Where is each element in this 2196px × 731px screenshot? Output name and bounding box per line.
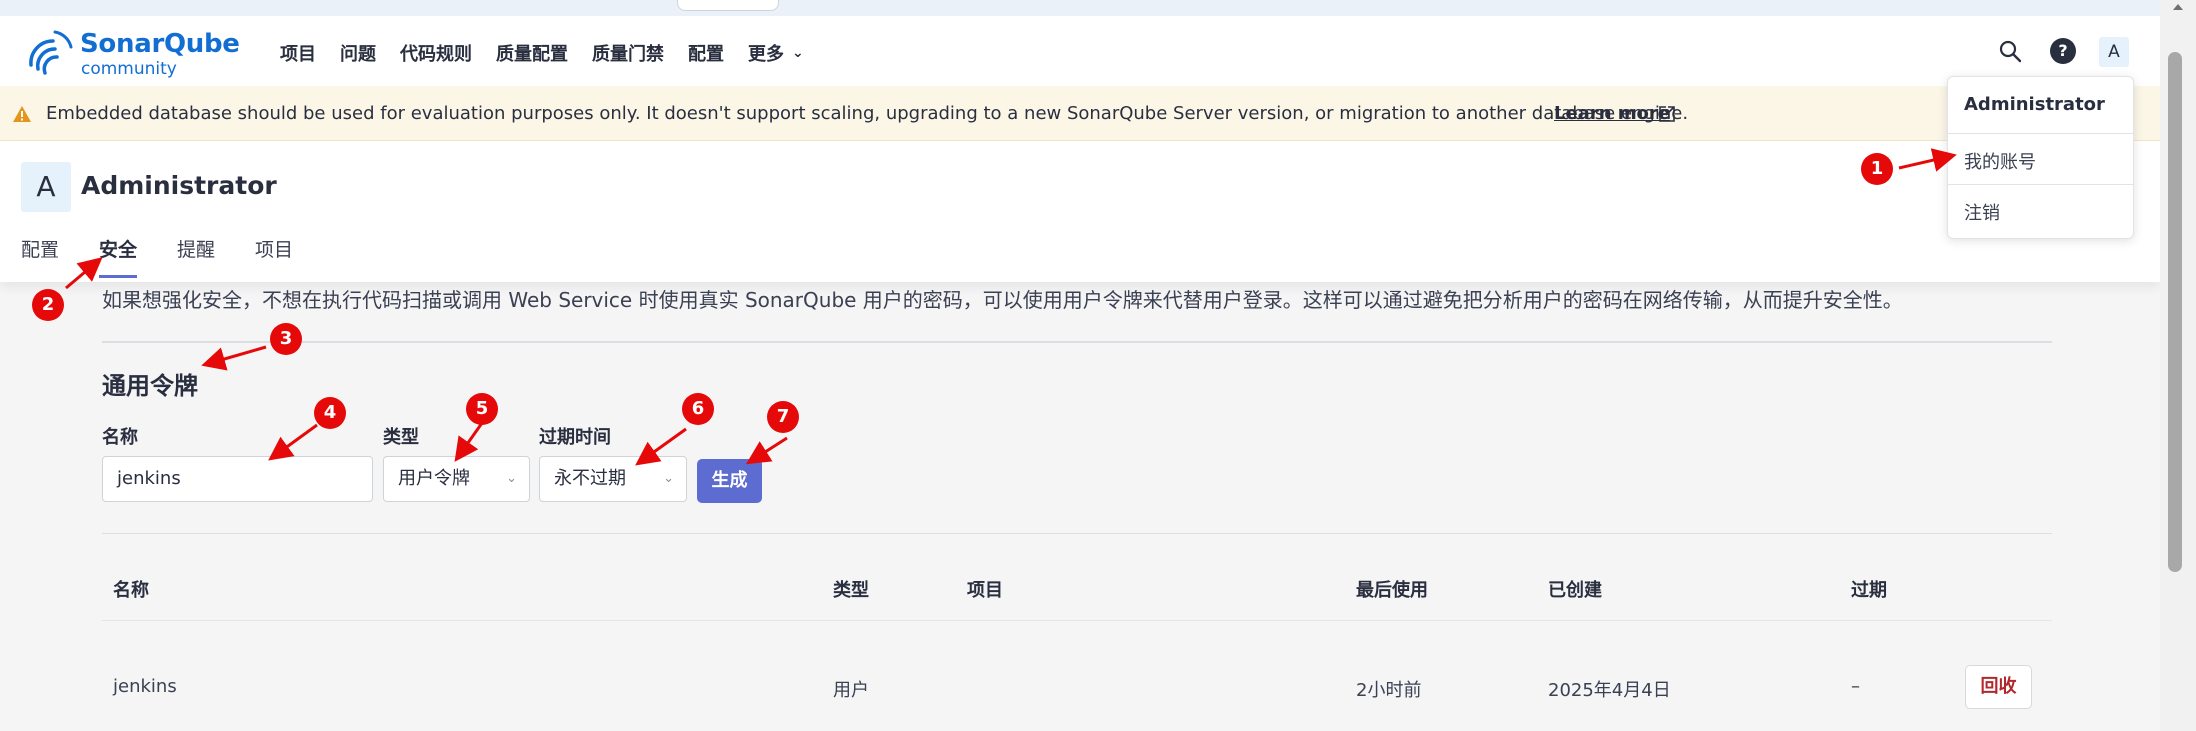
token-type-value: 用户令牌	[398, 468, 470, 489]
sonar-waves-icon	[29, 30, 73, 75]
annotation-badge-6: 6	[682, 393, 714, 425]
tab-security[interactable]: 安全	[99, 235, 138, 278]
tokens-section-title: 通用令牌	[102, 372, 198, 400]
security-intro-text: 如果想强化安全，不想在执行代码扫描或调用 Web Service 时使用真实 S…	[102, 288, 1903, 312]
token-row-created: 2025年4月4日	[1548, 680, 1671, 701]
help-icon[interactable]: ?	[2050, 38, 2076, 64]
token-expiry-select[interactable]: 永不过期 ⌄	[539, 456, 687, 502]
tab-profile[interactable]: 配置	[21, 235, 59, 277]
token-type-label: 类型	[383, 427, 419, 448]
tab-projects[interactable]: 项目	[255, 235, 293, 277]
column-header-type: 类型	[833, 580, 869, 601]
sonarqube-logo[interactable]: SonarQube community	[25, 27, 240, 79]
learn-more-link[interactable]: Learn more	[1554, 103, 1670, 124]
chevron-down-icon: ⌄	[506, 471, 517, 486]
dropdown-divider	[1948, 184, 2133, 185]
token-expiry-label: 过期时间	[539, 427, 611, 448]
logo-subtitle: community	[81, 59, 177, 79]
chevron-down-icon: ⌄	[663, 471, 674, 486]
account-header: A Administrator 配置 安全 提醒 项目	[0, 141, 2160, 282]
annotation-badge-2: 2	[32, 289, 64, 321]
logo-name: SonarQube	[80, 29, 240, 59]
page-scrollbar[interactable]	[2160, 0, 2196, 731]
annotation-badge-7: 7	[767, 401, 799, 433]
annotation-badge-3: 3	[270, 323, 302, 355]
annotation-arrow-5	[454, 422, 484, 462]
token-name-input[interactable]: jenkins	[102, 456, 373, 502]
chevron-down-icon: ⌄	[792, 45, 804, 61]
nav-more-menu[interactable]: 更多 ⌄	[748, 40, 804, 66]
nav-rules[interactable]: 代码规则	[400, 40, 472, 66]
token-row-last-used: 2小时前	[1356, 680, 1422, 701]
nav-more-label: 更多	[748, 44, 784, 65]
account-name: Administrator	[81, 171, 277, 200]
column-header-project: 项目	[967, 580, 1003, 601]
nav-administration[interactable]: 配置	[688, 40, 724, 66]
external-link-icon[interactable]	[1658, 105, 1676, 123]
annotation-badge-4: 4	[314, 397, 346, 429]
dropdown-divider	[1948, 133, 2133, 134]
column-header-expiry: 过期	[1851, 580, 1887, 601]
account-tabs: 配置 安全 提醒 项目	[21, 235, 333, 278]
account-avatar: A	[21, 162, 71, 212]
browser-top-strip	[0, 0, 2160, 16]
table-divider	[102, 533, 2052, 534]
tab-notifications[interactable]: 提醒	[177, 235, 215, 277]
section-divider	[102, 341, 2052, 343]
token-row-expiry: –	[1851, 676, 1860, 697]
search-icon[interactable]	[1997, 38, 2025, 66]
user-avatar-button[interactable]: A	[2099, 37, 2129, 67]
annotation-badge-5: 5	[466, 393, 498, 425]
table-header-divider	[102, 620, 2052, 621]
token-expiry-value: 永不过期	[554, 468, 626, 489]
annotation-arrow-3	[201, 345, 267, 371]
annotation-arrow-7	[745, 436, 788, 465]
annotation-badge-1: 1	[1861, 153, 1893, 185]
warning-text: Embedded database should be used for eva…	[46, 103, 1689, 124]
generate-token-button[interactable]: 生成	[697, 459, 762, 503]
main-nav: 项目 问题 代码规则 质量配置 质量门禁 配置 更多 ⌄	[280, 40, 828, 66]
column-header-name: 名称	[113, 580, 149, 601]
top-navbar: SonarQube community 项目 问题 代码规则 质量配置 质量门禁…	[0, 16, 2160, 86]
scrollbar-thumb[interactable]	[2168, 52, 2182, 572]
my-account-menu-item[interactable]: 我的账号	[1964, 148, 2036, 174]
nav-quality-gates[interactable]: 质量门禁	[592, 40, 664, 66]
logout-menu-item[interactable]: 注销	[1964, 199, 2000, 225]
token-type-select[interactable]: 用户令牌 ⌄	[383, 456, 530, 502]
warning-icon	[13, 106, 31, 122]
annotation-arrow-4	[268, 423, 318, 461]
revoke-token-button[interactable]: 回收	[1965, 665, 2032, 709]
token-row-name: jenkins	[113, 676, 177, 697]
nav-quality-profiles[interactable]: 质量配置	[496, 40, 568, 66]
top-tab-pill[interactable]	[677, 0, 779, 11]
column-header-created: 已创建	[1548, 580, 1602, 601]
token-row-type: 用户	[833, 680, 869, 701]
dropdown-user-name: Administrator	[1964, 94, 2105, 115]
token-name-label: 名称	[102, 427, 138, 448]
nav-projects[interactable]: 项目	[280, 40, 316, 66]
user-dropdown-menu: Administrator 我的账号 注销	[1947, 76, 2134, 239]
embedded-db-warning-banner: Embedded database should be used for eva…	[0, 86, 2160, 141]
nav-issues[interactable]: 问题	[340, 40, 376, 66]
scroll-up-arrow-icon[interactable]	[2173, 4, 2183, 10]
column-header-last-used: 最后使用	[1356, 580, 1428, 601]
